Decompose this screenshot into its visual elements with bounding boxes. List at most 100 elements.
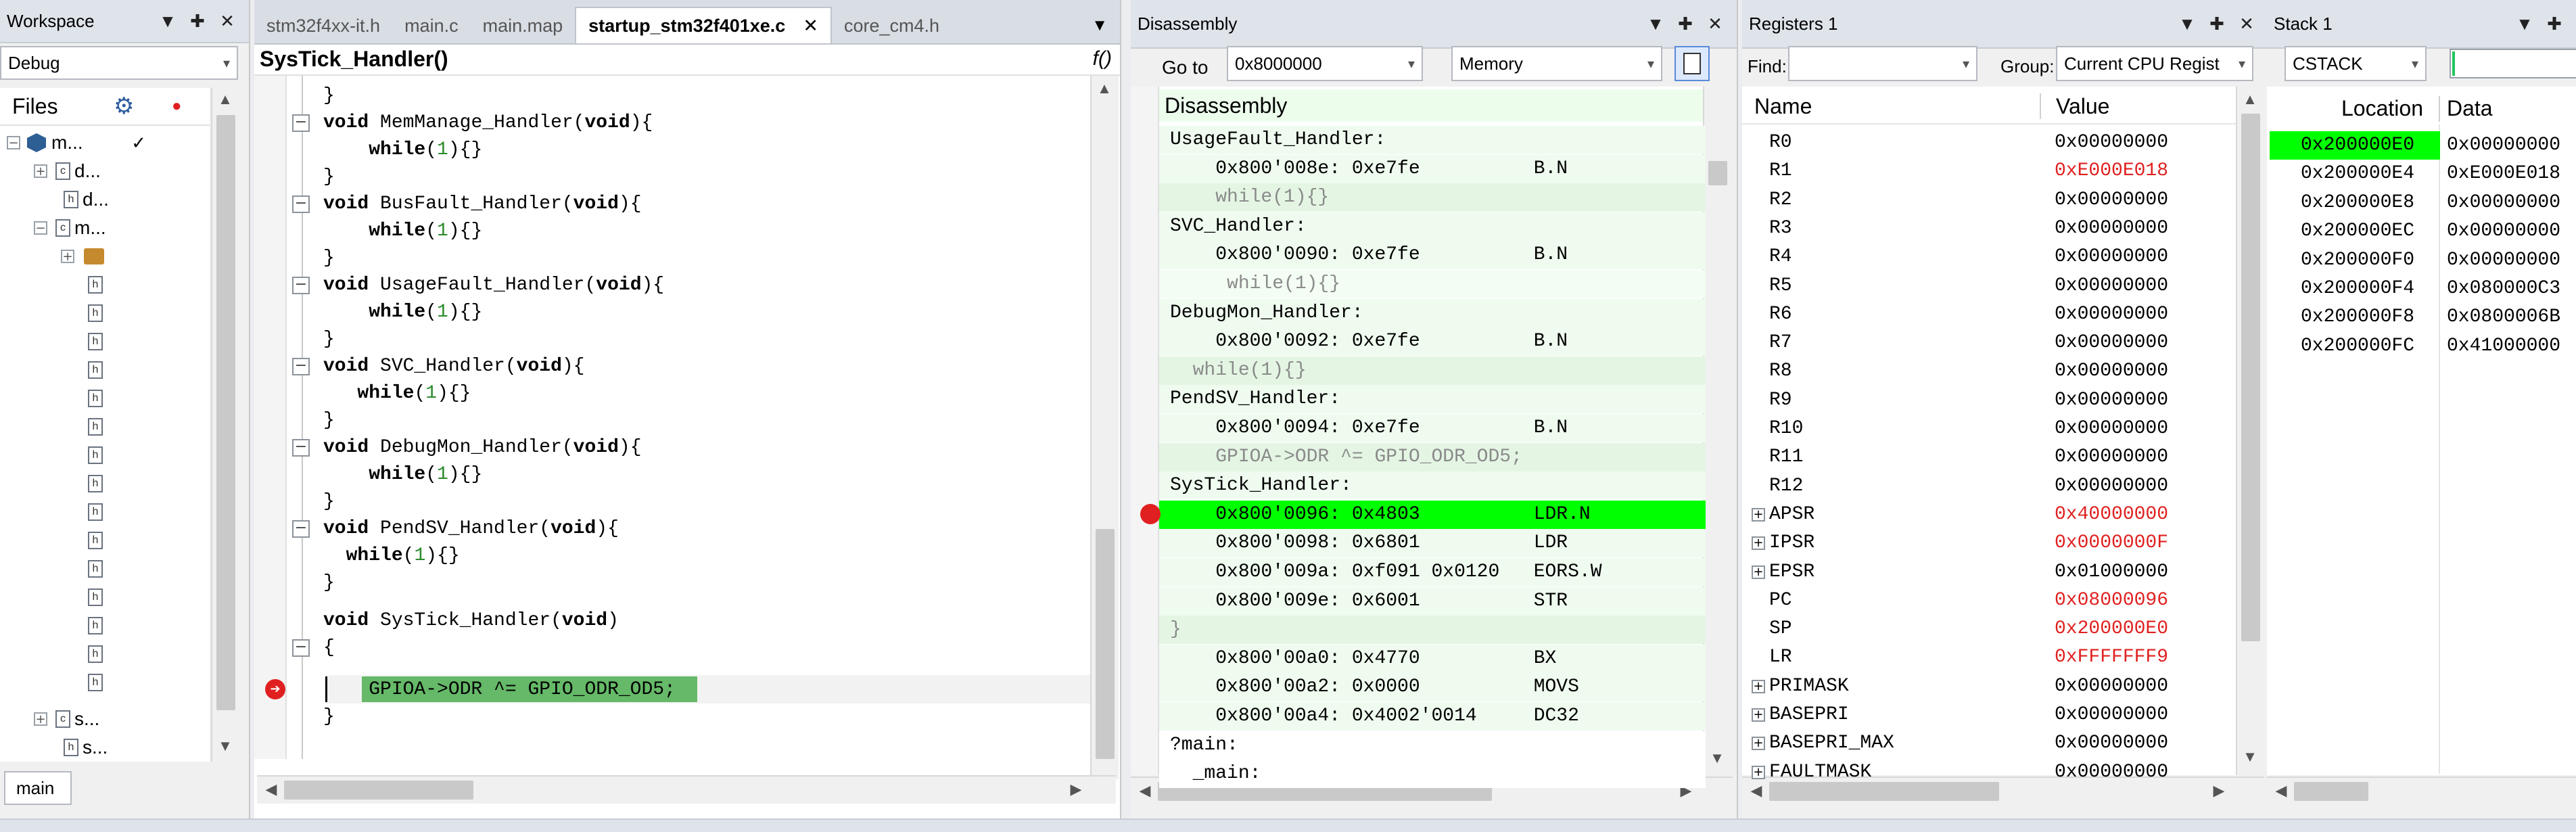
collapse-icon[interactable]: −: [34, 221, 47, 235]
fold-toggle-icon[interactable]: −: [292, 114, 310, 132]
disassembly-line[interactable]: }: [1170, 616, 1181, 644]
memory-zone-select[interactable]: Memory ▾: [1451, 46, 1662, 81]
disassembly-line[interactable]: ?main:: [1170, 731, 1238, 760]
close-icon[interactable]: ✕: [212, 11, 242, 32]
disassembly-line[interactable]: 0x800'00a0: 0x4770 BX: [1170, 645, 1556, 673]
disassembly-line[interactable]: 0x800'009a: 0xf091 0x0120 EORS.W: [1170, 558, 1601, 586]
register-value[interactable]: 0x08000096: [2055, 586, 2168, 615]
register-value[interactable]: 0x00000000: [2055, 701, 2168, 729]
disassembly-line[interactable]: GPIOA->ODR ^= GPIO_ODR_OD5;: [1170, 443, 1522, 471]
tree-item-file[interactable]: h: [88, 583, 103, 611]
disassembly-line[interactable]: DebugMon_Handler:: [1170, 299, 1363, 327]
tree-item-file[interactable]: + c d...: [34, 157, 101, 185]
stack-row[interactable]: 0x200000F8 0x0800006B: [2270, 303, 2576, 331]
gear-icon[interactable]: ⚙: [114, 93, 134, 120]
fold-toggle-icon[interactable]: −: [292, 520, 310, 538]
scroll-up-icon[interactable]: ▲: [2240, 91, 2260, 108]
current-instruction[interactable]: 0x800'0096: 0x4803 LDR.N: [1170, 501, 1591, 529]
scroll-thumb[interactable]: [1096, 529, 1115, 759]
disassembly-line[interactable]: 0x800'00a4: 0x4002'0014 DC32: [1170, 702, 1579, 731]
dropdown-icon[interactable]: ▼: [1641, 14, 1670, 34]
tree-item-file[interactable]: h: [88, 441, 103, 469]
register-row[interactable]: R12 0x00000000: [1748, 472, 2234, 501]
expand-icon[interactable]: +: [34, 164, 47, 178]
expand-icon[interactable]: +: [1752, 565, 1765, 579]
register-row[interactable]: + APSR 0x40000000: [1748, 501, 2234, 529]
scroll-up-icon[interactable]: ▲: [215, 91, 235, 108]
expand-icon[interactable]: +: [1752, 737, 1765, 751]
close-icon[interactable]: ✕: [1700, 14, 1730, 34]
tree-item-folder[interactable]: +: [61, 242, 104, 271]
expand-icon[interactable]: +: [1752, 765, 1765, 779]
scroll-left-icon[interactable]: ◀: [2271, 782, 2291, 800]
tree-item-file[interactable]: − c m...: [34, 214, 106, 242]
fold-toggle-icon[interactable]: −: [292, 439, 310, 457]
group-select[interactable]: Current CPU Regist ▾: [2056, 46, 2253, 81]
stack-row[interactable]: 0x200000E8 0x00000000: [2270, 189, 2576, 217]
register-value[interactable]: 0x00000000: [2055, 186, 2168, 214]
scroll-right-icon[interactable]: ▶: [1066, 781, 1086, 798]
register-value[interactable]: 0x00000000: [2055, 214, 2168, 243]
scroll-left-icon[interactable]: ◀: [261, 781, 281, 798]
tab-list-icon[interactable]: ▼: [1092, 16, 1108, 35]
tree-item-file[interactable]: h: [88, 356, 103, 384]
configuration-select[interactable]: Debug ▾: [0, 46, 238, 80]
tree-item-file[interactable]: h: [88, 526, 103, 555]
disassembly-line[interactable]: 0x800'0092: 0xe7fe B.N: [1170, 327, 1568, 356]
name-column-header[interactable]: Name: [1754, 89, 1812, 123]
stack-row[interactable]: 0x200000F4 0x080000C3: [2270, 275, 2576, 303]
fold-toggle-icon[interactable]: −: [292, 358, 310, 375]
tree-item-project[interactable]: − m... ✓: [7, 129, 203, 157]
register-row[interactable]: R7 0x00000000: [1748, 329, 2234, 357]
fold-toggle-icon[interactable]: −: [292, 639, 310, 657]
disassembly-line[interactable]: while(1){}: [1170, 270, 1340, 298]
register-row[interactable]: R11 0x00000000: [1748, 443, 2234, 471]
stack-row[interactable]: 0x200000EC 0x00000000: [2270, 217, 2576, 246]
fold-toggle-icon[interactable]: −: [292, 277, 310, 294]
scroll-down-icon[interactable]: ▼: [2240, 748, 2260, 766]
disassembly-line[interactable]: SysTick_Handler:: [1170, 471, 1352, 500]
breakpoint-gutter[interactable]: [254, 76, 287, 759]
disassembly-line[interactable]: PendSV_Handler:: [1170, 385, 1340, 413]
register-value[interactable]: 0x00000000: [2055, 243, 2168, 271]
disassembly-line[interactable]: while(1){}: [1170, 356, 1307, 385]
register-row[interactable]: R0 0x00000000: [1748, 129, 2234, 157]
close-icon[interactable]: ✕: [803, 16, 818, 37]
dropdown-icon[interactable]: ▼: [153, 11, 183, 32]
pin-icon[interactable]: ✚: [2202, 14, 2232, 34]
register-value[interactable]: 0x00000000: [2055, 415, 2168, 443]
collapse-icon[interactable]: −: [7, 136, 20, 149]
scroll-left-icon[interactable]: ◀: [1135, 782, 1155, 800]
stack-row[interactable]: 0x200000FC 0x41000000: [2270, 332, 2576, 361]
register-value[interactable]: 0x00000000: [2055, 357, 2168, 386]
tab-main-map[interactable]: main.map: [471, 8, 576, 43]
editor-scrollbar-horizontal[interactable]: ◀ ▶: [257, 775, 1116, 804]
disassembly-line[interactable]: _main:: [1170, 760, 1261, 788]
register-row[interactable]: + BASEPRI 0x00000000: [1748, 701, 2234, 729]
register-value[interactable]: 0x00000000: [2055, 129, 2168, 157]
expand-icon[interactable]: +: [1752, 507, 1765, 522]
register-value[interactable]: 0x00000000: [2055, 443, 2168, 471]
record-icon[interactable]: ●: [172, 97, 182, 116]
register-row[interactable]: R10 0x00000000: [1748, 415, 2234, 443]
disassembly-line[interactable]: 0x800'009e: 0x6001 STR: [1170, 587, 1568, 616]
register-row[interactable]: R8 0x00000000: [1748, 357, 2234, 386]
register-row[interactable]: R5 0x00000000: [1748, 272, 2234, 300]
scroll-thumb[interactable]: [2294, 782, 2368, 801]
disassembly-line[interactable]: 0x800'0094: 0xe7fe B.N: [1170, 414, 1568, 442]
fold-toggle-icon[interactable]: −: [292, 195, 310, 213]
disassembly-line[interactable]: UsageFault_Handler:: [1170, 126, 1386, 154]
register-value[interactable]: 0x00000000: [2055, 472, 2168, 501]
tree-item-file[interactable]: h: [88, 640, 103, 668]
tree-item-file[interactable]: h: [88, 555, 103, 583]
stack-row[interactable]: 0x200000E0 0x00000000: [2270, 131, 2576, 160]
register-value[interactable]: 0x00000000: [2055, 300, 2168, 329]
register-row[interactable]: R3 0x00000000: [1748, 214, 2234, 243]
tree-item-file[interactable]: h: [88, 498, 103, 526]
disassembly-line[interactable]: 0x800'00a2: 0x0000 MOVS: [1170, 673, 1579, 701]
pin-icon[interactable]: ✚: [1670, 14, 1700, 34]
expand-icon[interactable]: +: [1752, 679, 1765, 693]
register-value[interactable]: 0x00000000: [2055, 386, 2168, 415]
scroll-thumb[interactable]: [284, 781, 473, 800]
location-column-header[interactable]: Location: [2341, 92, 2423, 124]
